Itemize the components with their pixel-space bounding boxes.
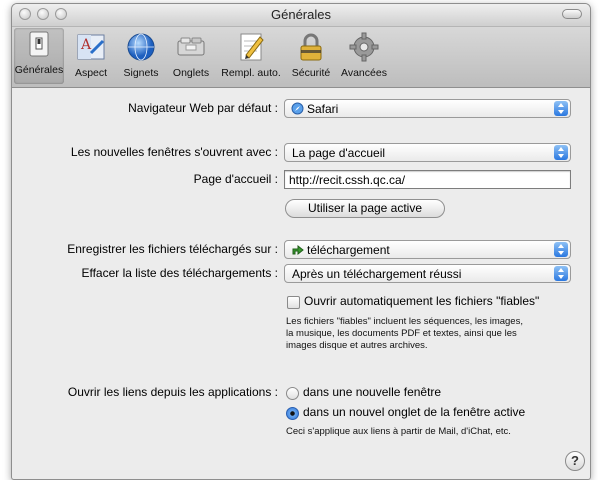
green-arrow-folder-icon xyxy=(292,244,304,256)
new-windows-popup[interactable]: La page d'accueil xyxy=(284,143,571,162)
new-windows-value: La page d'accueil xyxy=(292,146,386,160)
safe-files-note-line: Les fichiers "fiables" incluent les séqu… xyxy=(286,316,523,327)
tab-generales[interactable]: Générales xyxy=(14,28,64,84)
tab-onglets[interactable]: Onglets xyxy=(168,31,214,79)
clear-downloads-label: Effacer la liste des téléchargements : xyxy=(81,266,278,280)
tab-label: Générales xyxy=(14,64,64,76)
open-links-label: Ouvrir les liens depuis les applications… xyxy=(67,385,278,399)
download-location-value: téléchargement xyxy=(307,243,390,257)
safe-files-note-line: la musique, les documents PDF et textes,… xyxy=(286,328,517,339)
safe-files-note: Les fichiers "fiables" incluent les séqu… xyxy=(286,316,523,352)
new-windows-label: Les nouvelles fenêtres s'ouvrent avec : xyxy=(70,145,278,159)
tab-label: Aspect xyxy=(74,67,108,79)
homepage-field[interactable]: http://recit.cssh.qc.ca/ xyxy=(284,170,571,189)
clear-downloads-popup[interactable]: Après un téléchargement réussi xyxy=(284,264,571,283)
title-bar: Générales xyxy=(12,4,590,27)
window-title: Générales xyxy=(271,7,331,22)
svg-text:A: A xyxy=(80,37,92,53)
preferences-window: Générales Générales A Aspect Signets Ong… xyxy=(11,3,591,480)
tab-signets[interactable]: Signets xyxy=(118,31,164,79)
tab-label: Signets xyxy=(123,67,159,79)
homepage-label: Page d'accueil : xyxy=(193,172,278,186)
open-safe-files-checkbox[interactable] xyxy=(287,296,300,309)
default-browser-label: Navigateur Web par défaut : xyxy=(128,101,278,115)
download-location-popup[interactable]: téléchargement xyxy=(284,240,571,259)
use-current-page-button[interactable]: Utiliser la page active xyxy=(285,199,445,218)
open-links-new-tab-label: dans un nouvel onglet de la fenêtre acti… xyxy=(303,405,526,419)
tab-avancees[interactable]: Avancées xyxy=(338,31,390,79)
font-aspect-icon: A xyxy=(75,31,107,63)
safe-files-note-line: images disque et autres archives. xyxy=(286,340,428,351)
gear-icon xyxy=(348,31,380,63)
lock-icon xyxy=(295,31,327,63)
open-links-note: Ceci s'applique aux liens à partir de Ma… xyxy=(286,426,511,437)
default-browser-popup[interactable]: Safari xyxy=(284,99,571,118)
open-links-new-tab-radio[interactable] xyxy=(286,407,299,420)
popup-arrows-icon xyxy=(554,101,568,116)
open-safe-files-label: Ouvrir automatiquement les fichiers "fia… xyxy=(304,294,540,308)
tab-securite[interactable]: Sécurité xyxy=(288,31,334,79)
general-preferences-panel: Navigateur Web par défaut : Safari Les n… xyxy=(12,88,590,479)
tabs-icon xyxy=(175,31,207,63)
clear-downloads-value: Après un téléchargement réussi xyxy=(292,267,462,281)
popup-arrows-icon xyxy=(554,242,568,257)
download-location-label: Enregistrer les fichiers téléchargés sur… xyxy=(67,242,278,256)
light-switch-icon xyxy=(23,28,55,60)
safari-compass-icon xyxy=(291,102,304,115)
preferences-toolbar: Générales A Aspect Signets Onglets Rempl… xyxy=(12,27,590,88)
tab-aspect[interactable]: A Aspect xyxy=(68,31,114,79)
help-button[interactable]: ? xyxy=(565,451,585,471)
popup-arrows-icon xyxy=(554,145,568,160)
toolbar-toggle-button[interactable] xyxy=(562,9,582,19)
popup-arrows-icon xyxy=(554,266,568,281)
pencil-form-icon xyxy=(235,31,267,63)
tab-label: Avancées xyxy=(341,67,387,79)
tab-rempl-auto[interactable]: Rempl. auto. xyxy=(218,31,284,79)
tab-label: Sécurité xyxy=(291,67,331,79)
tab-label: Onglets xyxy=(172,67,210,79)
open-links-new-window-radio[interactable] xyxy=(286,387,299,400)
homepage-value: http://recit.cssh.qc.ca/ xyxy=(289,173,406,187)
default-browser-value: Safari xyxy=(307,102,339,116)
open-links-new-window-label: dans une nouvelle fenêtre xyxy=(303,385,442,399)
tab-label: Rempl. auto. xyxy=(221,67,281,79)
globe-icon xyxy=(125,31,157,63)
